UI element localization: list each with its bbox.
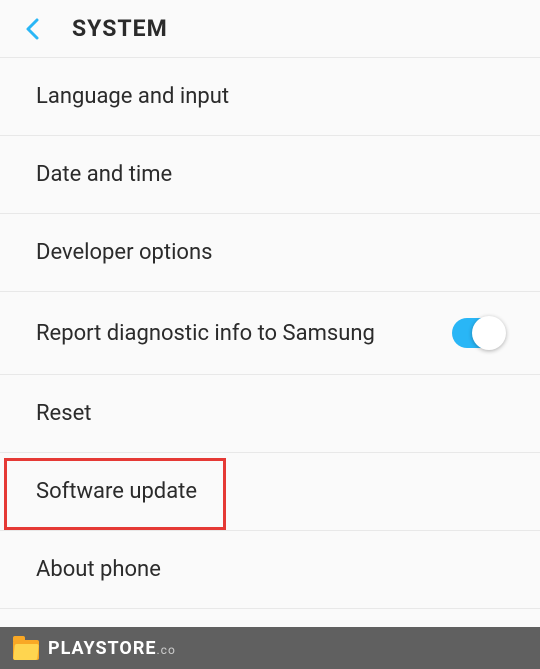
item-language-and-input[interactable]: Language and input bbox=[0, 58, 540, 136]
item-label: Date and time bbox=[36, 162, 172, 187]
item-software-update[interactable]: Software update bbox=[0, 453, 540, 531]
header: SYSTEM bbox=[0, 0, 540, 58]
page-title: SYSTEM bbox=[72, 15, 168, 42]
footer-suffix: .co bbox=[157, 643, 176, 657]
footer-brand: PLAYSTORE.co bbox=[48, 638, 176, 659]
item-reset[interactable]: Reset bbox=[0, 375, 540, 453]
item-label: Software update bbox=[36, 479, 197, 504]
footer-watermark: PLAYSTORE.co bbox=[0, 627, 540, 669]
item-label: Report diagnostic info to Samsung bbox=[36, 321, 375, 346]
settings-list: Language and input Date and time Develop… bbox=[0, 58, 540, 609]
folder-icon bbox=[12, 634, 40, 662]
footer-brand-text: PLAYSTORE bbox=[48, 638, 157, 659]
item-label: Reset bbox=[36, 401, 91, 426]
item-date-and-time[interactable]: Date and time bbox=[0, 136, 540, 214]
item-developer-options[interactable]: Developer options bbox=[0, 214, 540, 292]
item-report-diagnostic[interactable]: Report diagnostic info to Samsung bbox=[0, 292, 540, 375]
item-label: Developer options bbox=[36, 240, 212, 265]
item-label: About phone bbox=[36, 557, 161, 582]
chevron-left-icon bbox=[24, 17, 40, 41]
item-about-phone[interactable]: About phone bbox=[0, 531, 540, 609]
toggle-knob bbox=[472, 316, 506, 350]
item-label: Language and input bbox=[36, 84, 229, 109]
back-icon[interactable] bbox=[18, 15, 46, 43]
toggle-diagnostic[interactable] bbox=[452, 318, 504, 348]
